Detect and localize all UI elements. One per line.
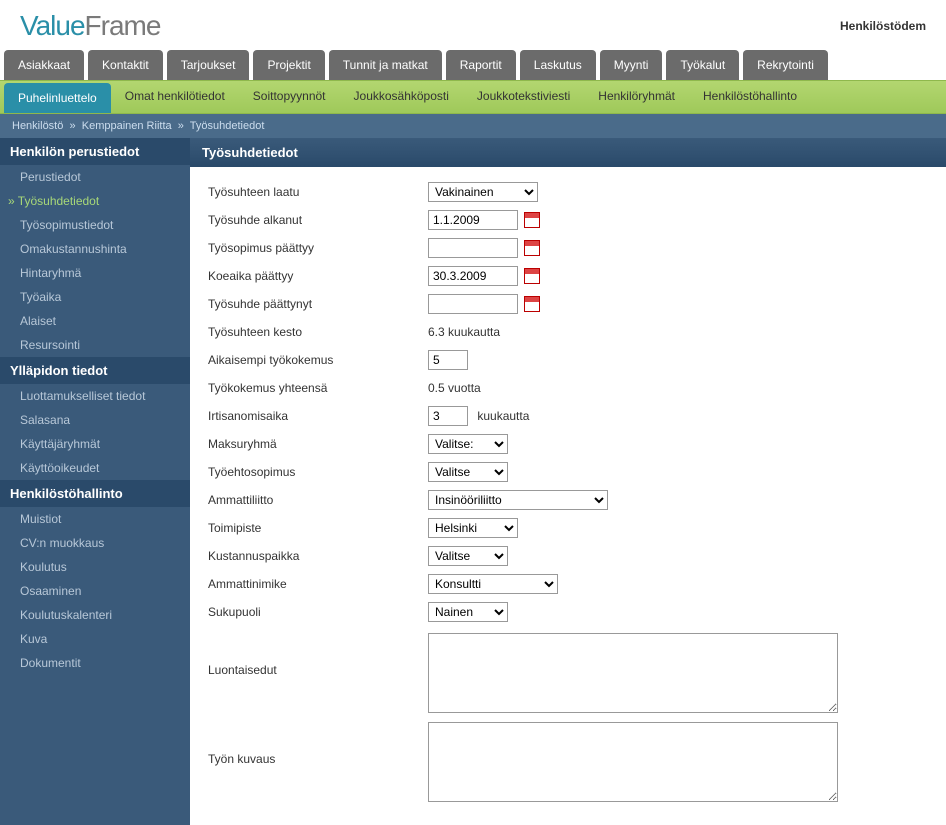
sub-nav: Puhelinluettelo Omat henkilötiedot Soitt… — [0, 80, 946, 114]
suffix-kuukautta: kuukautta — [477, 409, 529, 423]
label-tyosopimus-paattyy: Työsopimus päättyy — [208, 241, 428, 255]
calendar-icon[interactable] — [524, 212, 540, 228]
sidebar: Henkilön perustiedot Perustiedot Työsuhd… — [0, 138, 190, 825]
select-tyosuhteen-laatu[interactable]: Vakinainen — [428, 182, 538, 202]
nav-rekrytointi[interactable]: Rekrytointi — [743, 50, 828, 80]
label-irtisanomisaika: Irtisanomisaika — [208, 409, 428, 423]
nav-myynti[interactable]: Myynti — [600, 50, 663, 80]
sidebar-item-muistiot[interactable]: Muistiot — [0, 507, 190, 531]
sidebar-item-tyosuhdetiedot[interactable]: Työsuhdetiedot — [0, 189, 190, 213]
select-ammattinimike[interactable]: Konsultti — [428, 574, 558, 594]
select-toimipiste[interactable]: Helsinki — [428, 518, 518, 538]
label-tyosuhteen-kesto: Työsuhteen kesto — [208, 325, 428, 339]
select-tyoehtosopimus[interactable]: Valitse — [428, 462, 508, 482]
calendar-icon[interactable] — [524, 296, 540, 312]
label-tyosuhteen-laatu: Työsuhteen laatu — [208, 185, 428, 199]
select-ammattiliitto[interactable]: Insinööriliitto — [428, 490, 608, 510]
sidebar-section-perustiedot: Henkilön perustiedot — [0, 138, 190, 165]
nav-kontaktit[interactable]: Kontaktit — [88, 50, 163, 80]
nav-asiakkaat[interactable]: Asiakkaat — [4, 50, 84, 80]
header-right-text: Henkilöstödem — [840, 19, 926, 33]
sidebar-item-salasana[interactable]: Salasana — [0, 408, 190, 432]
sidebar-item-osaaminen[interactable]: Osaaminen — [0, 579, 190, 603]
subnav-henkilostohallinto[interactable]: Henkilöstöhallinto — [689, 81, 811, 113]
input-koeaika-paattyy[interactable] — [428, 266, 518, 286]
label-tyokokemus-yhteensa: Työkokemus yhteensä — [208, 381, 428, 395]
label-tyosuhde-alkanut: Työsuhde alkanut — [208, 213, 428, 227]
breadcrumb-a[interactable]: Henkilöstö — [12, 120, 63, 132]
subnav-joukkotekstiviesti[interactable]: Joukkotekstiviesti — [463, 81, 584, 113]
input-tyosuhde-alkanut[interactable] — [428, 210, 518, 230]
panel-title: Työsuhdetiedot — [190, 138, 946, 167]
select-kustannuspaikka[interactable]: Valitse — [428, 546, 508, 566]
breadcrumb-c: Työsuhdetiedot — [190, 120, 265, 132]
sidebar-item-alaiset[interactable]: Alaiset — [0, 309, 190, 333]
sidebar-item-resursointi[interactable]: Resursointi — [0, 333, 190, 357]
sidebar-item-dokumentit[interactable]: Dokumentit — [0, 651, 190, 675]
nav-tarjoukset[interactable]: Tarjoukset — [167, 50, 250, 80]
breadcrumb: Henkilöstö » Kemppainen Riitta » Työsuhd… — [0, 114, 946, 138]
nav-laskutus[interactable]: Laskutus — [520, 50, 596, 80]
input-irtisanomisaika[interactable] — [428, 406, 468, 426]
label-tyon-kuvaus: Työn kuvaus — [208, 722, 428, 766]
textarea-luontaisedut[interactable] — [428, 633, 838, 713]
subnav-puhelinluettelo[interactable]: Puhelinluettelo — [4, 83, 111, 113]
breadcrumb-b[interactable]: Kemppainen Riitta — [82, 120, 172, 132]
select-sukupuoli[interactable]: Nainen — [428, 602, 508, 622]
label-ammattiliitto: Ammattiliitto — [208, 493, 428, 507]
label-sukupuoli: Sukupuoli — [208, 605, 428, 619]
sidebar-section-henkilosto: Henkilöstöhallinto — [0, 480, 190, 507]
value-tyokokemus-yhteensa: 0.5 vuotta — [428, 381, 481, 395]
subnav-henkiloryhmat[interactable]: Henkilöryhmät — [584, 81, 689, 113]
header: ValueFrame Henkilöstödem — [0, 0, 946, 50]
sidebar-item-kayttooikeudet[interactable]: Käyttöoikeudet — [0, 456, 190, 480]
label-luontaisedut: Luontaisedut — [208, 633, 428, 677]
main-nav: Asiakkaat Kontaktit Tarjoukset Projektit… — [0, 50, 946, 80]
input-aikaisempi-tyokokemus[interactable] — [428, 350, 468, 370]
nav-tyokalut[interactable]: Työkalut — [666, 50, 739, 80]
main-panel: Työsuhdetiedot Työsuhteen laatu Vakinain… — [190, 138, 946, 825]
value-tyosuhteen-kesto: 6.3 kuukautta — [428, 325, 500, 339]
subnav-omat-henkilotiedot[interactable]: Omat henkilötiedot — [111, 81, 239, 113]
sidebar-item-perustiedot[interactable]: Perustiedot — [0, 165, 190, 189]
sidebar-item-cvn-muokkaus[interactable]: CV:n muokkaus — [0, 531, 190, 555]
calendar-icon[interactable] — [524, 268, 540, 284]
calendar-icon[interactable] — [524, 240, 540, 256]
sidebar-item-hintaryhma[interactable]: Hintaryhmä — [0, 261, 190, 285]
label-toimipiste: Toimipiste — [208, 521, 428, 535]
nav-projektit[interactable]: Projektit — [253, 50, 324, 80]
label-kustannuspaikka: Kustannuspaikka — [208, 549, 428, 563]
sidebar-section-yllapidon: Ylläpidon tiedot — [0, 357, 190, 384]
label-aikaisempi-tyokokemus: Aikaisempi työkokemus — [208, 353, 428, 367]
select-maksuryhma[interactable]: Valitse: — [428, 434, 508, 454]
label-koeaika-paattyy: Koeaika päättyy — [208, 269, 428, 283]
sidebar-item-kayttajaryhmat[interactable]: Käyttäjäryhmät — [0, 432, 190, 456]
subnav-joukkosahkoposti[interactable]: Joukkosähköposti — [340, 81, 463, 113]
logo: ValueFrame — [20, 10, 160, 42]
nav-tunnit-ja-matkat[interactable]: Tunnit ja matkat — [329, 50, 442, 80]
subnav-soittopyynnot[interactable]: Soittopyynnöt — [239, 81, 340, 113]
label-tyoehtosopimus: Työehtosopimus — [208, 465, 428, 479]
input-tyosuhde-paattynyt[interactable] — [428, 294, 518, 314]
label-ammattinimike: Ammattinimike — [208, 577, 428, 591]
sidebar-item-koulutuskalenteri[interactable]: Koulutuskalenteri — [0, 603, 190, 627]
input-tyosopimus-paattyy[interactable] — [428, 238, 518, 258]
sidebar-item-kuva[interactable]: Kuva — [0, 627, 190, 651]
nav-raportit[interactable]: Raportit — [446, 50, 516, 80]
textarea-tyon-kuvaus[interactable] — [428, 722, 838, 802]
sidebar-item-omakustannushinta[interactable]: Omakustannushinta — [0, 237, 190, 261]
label-maksuryhma: Maksuryhmä — [208, 437, 428, 451]
sidebar-item-tyoaika[interactable]: Työaika — [0, 285, 190, 309]
sidebar-item-koulutus[interactable]: Koulutus — [0, 555, 190, 579]
label-tyosuhde-paattynyt: Työsuhde päättynyt — [208, 297, 428, 311]
sidebar-item-tyosopimustiedot[interactable]: Työsopimustiedot — [0, 213, 190, 237]
sidebar-item-luottamukselliset[interactable]: Luottamukselliset tiedot — [0, 384, 190, 408]
